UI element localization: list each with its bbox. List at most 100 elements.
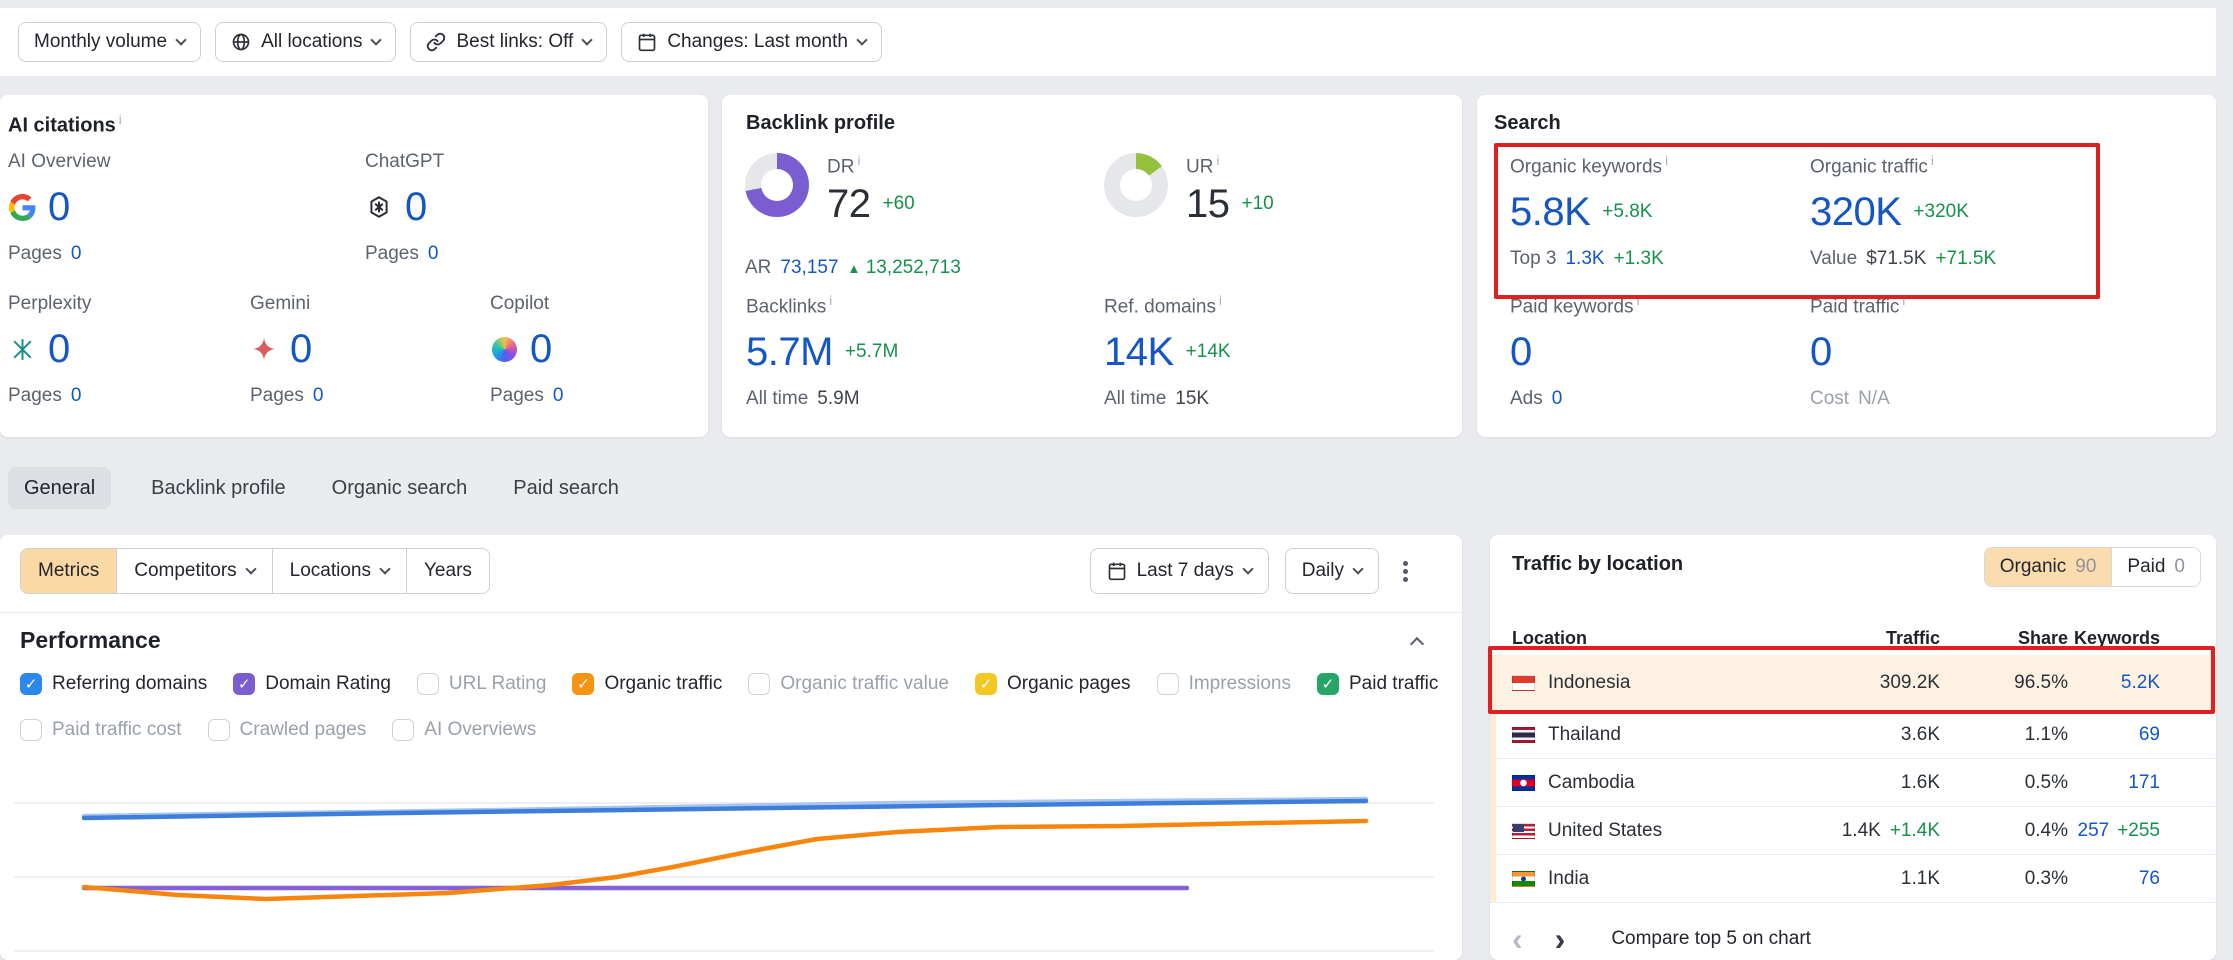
keywords-link[interactable]: 257 [2078,820,2110,842]
checkbox-referring-domains[interactable]: Referring domains [20,673,207,695]
best-links-dropdown[interactable]: Best links: Off [410,22,607,62]
chevron-down-icon [371,34,382,45]
location-name: India [1548,868,1589,890]
checkbox-paid-traffic[interactable]: Paid traffic [1317,673,1438,695]
next-page-chevron-icon[interactable]: › [1555,925,1566,953]
toggle-organic[interactable]: Organic 90 [1985,548,2112,586]
years-tab-button[interactable]: Years [406,549,489,593]
pages-label: Pages [490,385,544,407]
backlinks-label: Backlinksi [746,293,898,318]
checkbox-ai-overviews[interactable]: AI Overviews [392,719,536,741]
tab-organic-search[interactable]: Organic search [326,477,474,500]
gemini-value[interactable]: 0 [290,327,312,372]
changes-dropdown[interactable]: Changes: Last month [621,22,882,62]
stat-label: ChatGPT [365,151,444,173]
keywords-link[interactable]: 5.2K [2121,672,2160,694]
tab-paid-search[interactable]: Paid search [507,477,625,500]
collapse-chevron-up-icon[interactable] [1412,633,1422,654]
locations-dropdown[interactable]: Locations [272,549,406,593]
chart-mode-segmented-control: Metrics Competitors Locations Years [20,548,490,594]
toggle-paid[interactable]: Paid 0 [2111,548,2200,586]
ur-value: 15 [1186,182,1230,227]
ar-value-link[interactable]: 73,157 [780,257,838,279]
tab-general[interactable]: General [8,467,111,509]
keywords-link[interactable]: 76 [2139,868,2160,890]
ai-overview-value[interactable]: 0 [48,185,70,230]
paid-keywords-value[interactable]: 0 [1510,330,1532,375]
paid-traffic-value[interactable]: 0 [1810,330,1832,375]
link-icon [426,32,446,52]
column-traffic[interactable]: Traffic [1780,628,1940,649]
table-row-thailand: Thailand 3.6K 1.1% 69 [1490,711,2216,759]
column-keywords[interactable]: Keywords [2068,628,2160,649]
chevron-down-icon [1352,563,1363,574]
tab-backlink-profile[interactable]: Backlink profile [145,477,292,500]
keywords-link[interactable]: 69 [2139,724,2160,746]
chatgpt-value[interactable]: 0 [405,185,427,230]
checkbox-url-rating[interactable]: URL Rating [417,673,547,695]
alltime-label: All time [746,388,808,410]
copilot-icon [490,335,518,363]
checkbox-paid-traffic-cost[interactable]: Paid traffic cost [20,719,182,741]
chatgpt-icon [365,193,393,221]
checkbox-icon [748,673,770,695]
top3-value-link[interactable]: 1.3K [1565,248,1604,270]
keywords-link[interactable]: 171 [2128,772,2160,794]
competitors-dropdown[interactable]: Competitors [116,549,271,593]
chevron-down-icon [582,34,593,45]
gemini-pages-link[interactable]: 0 [313,385,324,407]
share-value: 1.1% [2025,724,2068,746]
backlinks-value[interactable]: 5.7M [746,330,833,375]
compare-top5-link[interactable]: Compare top 5 on chart [1611,928,1811,950]
ref-domains-value[interactable]: 14K [1104,330,1174,375]
ads-label: Ads [1510,388,1543,410]
ads-value-link[interactable]: 0 [1552,388,1563,410]
ai-stat-perplexity: Perplexity 0 Pages 0 [8,293,91,407]
monthly-volume-dropdown[interactable]: Monthly volume [18,22,201,62]
table-row-cambodia: Cambodia 1.6K 0.5% 171 [1490,759,2216,807]
performance-title: Performance [20,627,161,654]
metrics-tab-button[interactable]: Metrics [21,549,116,593]
paid-count: 0 [2174,556,2185,578]
traffic-value: 3.6K [1901,724,1940,746]
location-name: Thailand [1548,724,1621,746]
ar-label: AR [745,257,771,279]
checkbox-icon [233,673,255,695]
granularity-dropdown[interactable]: Daily [1285,548,1379,594]
traffic-value: 1.1K [1901,868,1940,890]
organic-keywords-value[interactable]: 5.8K [1510,190,1590,235]
chatgpt-pages-link[interactable]: 0 [428,243,439,265]
checkbox-organic-pages[interactable]: Organic pages [975,673,1131,695]
perplexity-pages-link[interactable]: 0 [71,385,82,407]
traffic-value-amount: $71.5K [1866,248,1926,270]
perplexity-value[interactable]: 0 [48,327,70,372]
chart-controls: Metrics Competitors Locations Years Last… [20,548,1416,594]
checkbox-icon [20,719,42,741]
checkbox-organic-traffic[interactable]: Organic traffic [572,673,722,695]
checkbox-domain-rating[interactable]: Domain Rating [233,673,391,695]
date-controls: Last 7 days Daily [1090,548,1416,594]
info-icon: i [1637,293,1640,308]
checkbox-organic-traffic-value[interactable]: Organic traffic value [748,673,949,695]
checkbox-icon [572,673,594,695]
value-label: Value [1810,248,1857,270]
checkbox-crawled-pages[interactable]: Crawled pages [208,719,367,741]
paid-traffic-stat: Paid traffici 0 Cost N/A [1810,293,1905,410]
checkbox-impressions[interactable]: Impressions [1157,673,1291,695]
ur-donut-chart [1104,153,1168,217]
organic-traffic-value[interactable]: 320K [1810,190,1901,235]
checkbox-icon [417,673,439,695]
date-range-dropdown[interactable]: Last 7 days [1090,548,1269,594]
column-share[interactable]: Share [1940,628,2068,649]
prev-page-chevron-icon[interactable]: ‹ [1512,925,1523,953]
dr-label: DRi [827,153,915,178]
copilot-pages-link[interactable]: 0 [553,385,564,407]
all-locations-dropdown[interactable]: All locations [215,22,396,62]
more-options-kebab-icon[interactable] [1395,557,1416,586]
copilot-value[interactable]: 0 [530,327,552,372]
checkbox-icon [1157,673,1179,695]
ar-change: ▲ 13,252,713 [848,257,961,279]
cost-label: Cost [1810,388,1849,410]
column-location[interactable]: Location [1512,628,1780,649]
ai-overview-pages-link[interactable]: 0 [71,243,82,265]
